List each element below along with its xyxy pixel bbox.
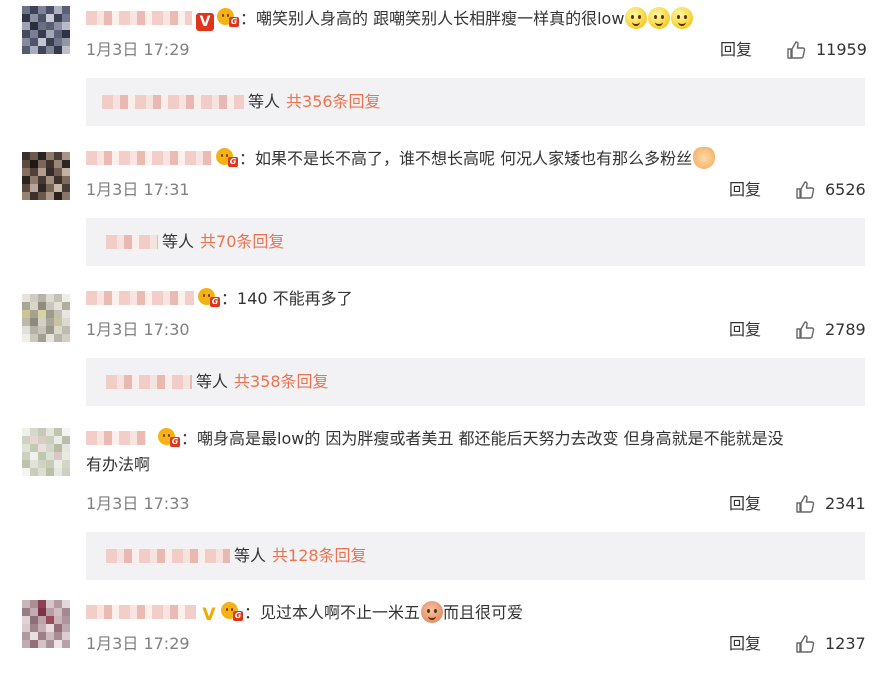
comment-text-cont: 有办法啊 — [86, 455, 151, 474]
like-count: 1237 — [825, 634, 866, 653]
avatar[interactable] — [22, 294, 70, 342]
username[interactable] — [86, 151, 212, 165]
comment-time: 1月3日 17:29 — [86, 40, 190, 59]
reply-suffix: 等人 — [196, 372, 229, 391]
like-count: 6526 — [825, 180, 866, 199]
username[interactable] — [86, 11, 192, 25]
reply-username[interactable] — [106, 549, 230, 563]
reply-button[interactable]: 回复 — [729, 632, 761, 656]
like-count: 2341 — [825, 494, 866, 513]
reply-username[interactable] — [106, 375, 192, 389]
comment-time: 1月3日 17:29 — [86, 634, 190, 653]
thumbs-up-icon[interactable] — [795, 180, 815, 200]
reply-total-link[interactable]: 共356条回复 — [286, 92, 381, 111]
thumbs-up-icon[interactable] — [795, 634, 815, 654]
reply-button[interactable]: 回复 — [720, 38, 752, 62]
fan-badge-icon: G — [198, 287, 220, 307]
like-count: 2789 — [825, 320, 866, 339]
avatar[interactable] — [22, 600, 70, 648]
fan-badge-icon: G — [217, 7, 239, 27]
avatar[interactable] — [22, 6, 70, 54]
reply-total-link[interactable]: 共70条回复 — [200, 232, 284, 251]
sub-replies-bar[interactable]: 等人 共356条回复 — [86, 78, 865, 126]
comment-text: 嘲身高是最low的 因为胖瘦或者美丑 都还能后天努力去改变 但身高就是不能就是没 — [197, 429, 784, 448]
comment-text-cont: 而且很可爱 — [443, 603, 524, 622]
reply-username[interactable] — [102, 95, 244, 109]
ok-hand-emoji-icon — [693, 147, 716, 169]
comment-time: 1月3日 17:30 — [86, 320, 190, 339]
username[interactable] — [86, 605, 196, 619]
reply-username[interactable] — [106, 235, 158, 249]
thumbs-up-icon[interactable] — [786, 40, 806, 60]
sub-replies-bar[interactable]: 等人 共128条回复 — [86, 532, 865, 580]
reply-suffix: 等人 — [234, 546, 267, 565]
thumbs-up-icon[interactable] — [795, 494, 815, 514]
avatar[interactable] — [22, 152, 70, 200]
comment-text: 嘲笑别人身高的 跟嘲笑别人长相胖瘦一样真的很low — [256, 9, 625, 28]
username[interactable] — [86, 431, 146, 445]
reply-suffix: 等人 — [162, 232, 195, 251]
emoji-icon — [625, 7, 648, 29]
sub-replies-bar[interactable]: 等人 共70条回复 — [86, 218, 865, 266]
sub-replies-bar[interactable]: 等人 共358条回复 — [86, 358, 865, 406]
comment-time: 1月3日 17:31 — [86, 180, 190, 199]
reply-button[interactable]: 回复 — [729, 492, 761, 516]
thumbs-up-icon[interactable] — [795, 320, 815, 340]
reply-button[interactable]: 回复 — [729, 318, 761, 342]
fan-badge-icon: G — [221, 601, 243, 621]
reply-suffix: 等人 — [248, 92, 281, 111]
avatar[interactable] — [22, 428, 70, 476]
comment-text: 见过本人啊不止一米五 — [260, 603, 421, 622]
fan-badge-icon: G — [216, 147, 238, 167]
comment-text: 如果不是长不高了，谁不想长高呢 何况人家矮也有那么多粉丝 — [255, 149, 693, 168]
like-count: 11959 — [816, 40, 867, 59]
reply-total-link[interactable]: 共128条回复 — [272, 546, 367, 565]
emoji-icon — [421, 601, 444, 623]
reply-button[interactable]: 回复 — [729, 178, 761, 202]
username[interactable] — [86, 291, 194, 305]
fan-badge-icon: G — [158, 427, 180, 447]
comment-time: 1月3日 17:33 — [86, 494, 190, 513]
comment-text: 140 不能再多了 — [237, 289, 353, 308]
verified-badge-icon: V — [196, 13, 214, 31]
reply-total-link[interactable]: 共358条回复 — [234, 372, 329, 391]
emoji-icon — [671, 7, 694, 29]
verified-badge-icon: V — [202, 605, 216, 625]
emoji-icon — [648, 7, 671, 29]
